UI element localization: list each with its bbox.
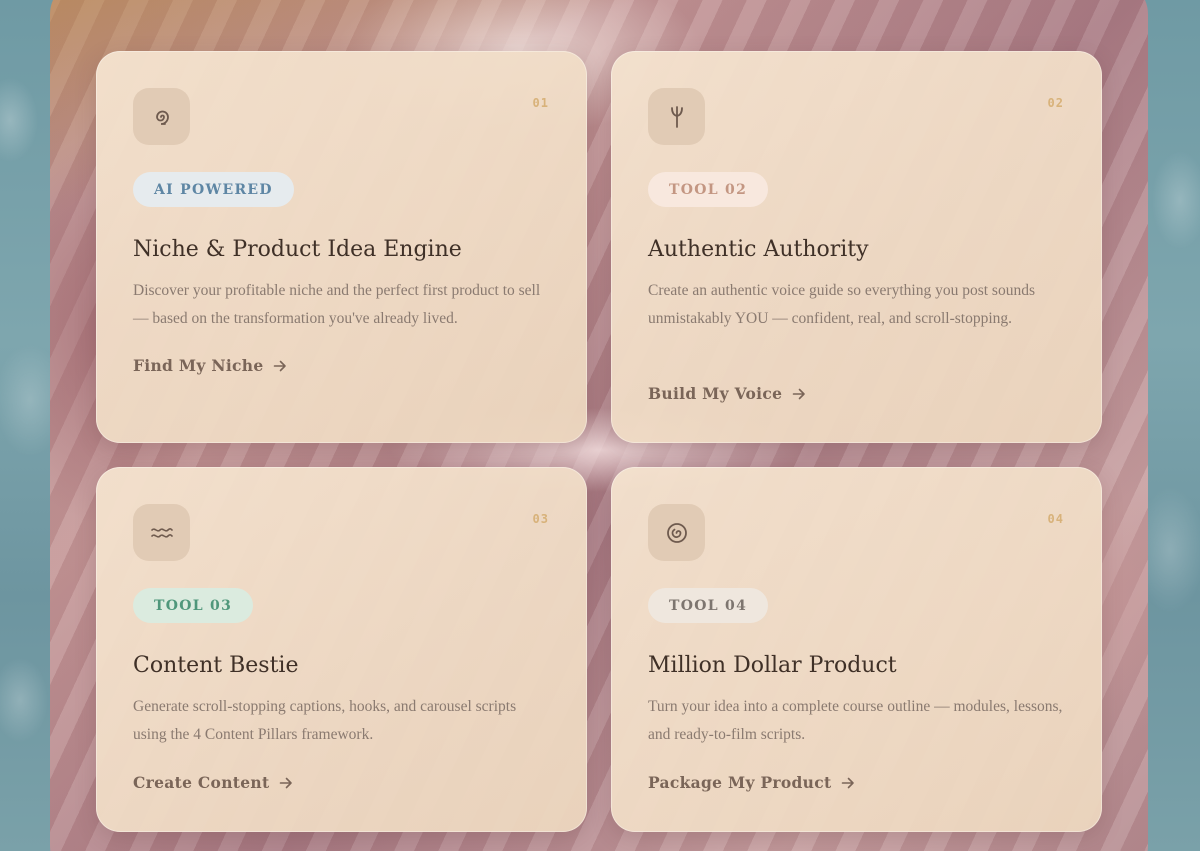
card-number: 01	[532, 96, 549, 110]
status-badge: AI POWERED	[133, 172, 294, 207]
arrow-right-icon	[792, 388, 806, 399]
arrow-right-icon	[274, 360, 287, 371]
card-number: 02	[1047, 96, 1064, 110]
card-title: Authentic Authority	[648, 237, 869, 262]
package-my-product-link[interactable]: Package My Product	[648, 773, 855, 792]
link-label: Package My Product	[648, 773, 832, 792]
swirl-icon	[648, 504, 705, 561]
card-title: Niche & Product Idea Engine	[133, 237, 462, 262]
find-my-niche-link[interactable]: Find My Niche	[133, 356, 287, 375]
tool-card-authority[interactable]: 02 TOOL 02 Authentic Authority Create an…	[611, 51, 1102, 443]
card-title: Million Dollar Product	[648, 653, 897, 678]
link-label: Find My Niche	[133, 356, 264, 375]
link-label: Create Content	[133, 773, 270, 792]
tool-card-product[interactable]: 04 TOOL 04 Million Dollar Product Turn y…	[611, 467, 1102, 832]
spiral-icon	[133, 88, 190, 145]
status-badge: TOOL 02	[648, 172, 769, 207]
arrow-right-icon	[842, 777, 855, 788]
card-description: Create an authentic voice guide so every…	[648, 282, 1035, 327]
card-number: 03	[532, 512, 549, 526]
card-description: Turn your idea into a complete course ou…	[648, 698, 1063, 743]
sprout-icon	[648, 88, 705, 145]
card-number: 04	[1047, 512, 1064, 526]
status-badge: TOOL 04	[648, 588, 769, 623]
status-badge: TOOL 03	[133, 588, 254, 623]
card-description: Generate scroll-stopping captions, hooks…	[133, 698, 517, 743]
card-title: Content Bestie	[133, 653, 299, 678]
card-description: Discover your profitable niche and the p…	[133, 282, 541, 327]
build-my-voice-link[interactable]: Build My Voice	[648, 384, 806, 403]
tool-card-content[interactable]: 03 TOOL 03 Content Bestie Generate scrol…	[96, 467, 587, 832]
waves-icon	[133, 504, 190, 561]
link-label: Build My Voice	[648, 384, 783, 403]
tool-card-niche[interactable]: 01 AI POWERED Niche & Product Idea Engin…	[96, 51, 587, 443]
arrow-right-icon	[280, 777, 293, 788]
create-content-link[interactable]: Create Content	[133, 773, 293, 792]
